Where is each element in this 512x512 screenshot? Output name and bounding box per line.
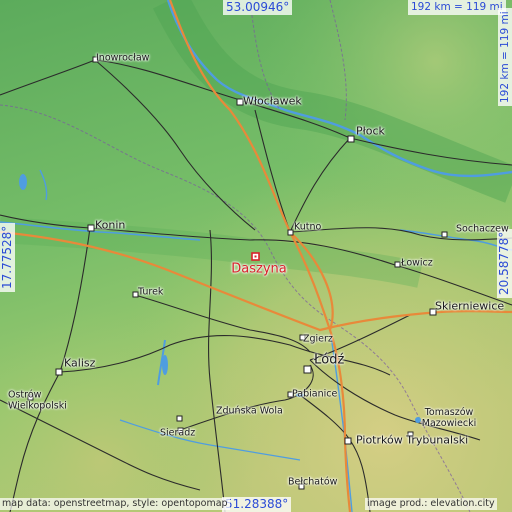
city-label-inowroclaw: Inowrocław [96,52,150,64]
city-label-kalisz: Kalisz [64,356,96,370]
city-label-ostrow-wielkopolski: Ostrów Wielkopolski [8,389,67,412]
city-label-lowicz: Łowicz [401,257,433,269]
longitude-west-label: 17.77528° [0,222,15,292]
city-label-sieradz: Sieradz [160,427,196,439]
city-label-konin: Konin [95,218,126,232]
vertical-scale-label: 192 km = 119 mi [498,8,512,106]
map-attribution: map data: openstreetmap, style: opentopo… [0,498,230,510]
city-label-sochaczew: Sochaczew [456,223,509,235]
map-view[interactable]: 53.00946° 51.28388° 17.77528° 20.58778° … [0,0,512,512]
city-label-skierniewice: Skierniewice [435,299,505,313]
target-city-label: Daszyna [231,261,287,277]
city-label-piotrkow-trybunalski: Piotrków Trybunalski [356,433,469,447]
city-label-belchatow: Bełchatów [288,476,338,488]
latitude-south-label: 51.28388° [222,497,292,512]
city-label-turek: Turek [138,286,164,298]
city-label-zdunska-wola: Zduńska Wola [216,405,283,417]
latitude-north-label: 53.00946° [223,0,293,15]
city-label-lodz: Łódź [314,352,345,368]
image-credit: image prod.: elevation.city [365,498,497,510]
longitude-east-label: 20.58778° [497,228,512,298]
city-label-kutno: Kutno [294,221,322,233]
city-label-zgierz: Zgierz [303,333,333,345]
city-label-tomaszow-mazowiecki: Tomaszów Mazowiecki [421,407,477,429]
city-label-plock: Płock [356,124,385,138]
city-label-pabianice: Pabianice [292,388,338,400]
horizontal-scale-label: 192 km = 119 mi [408,0,506,15]
city-label-wloclawek: Włocławek [243,94,302,108]
